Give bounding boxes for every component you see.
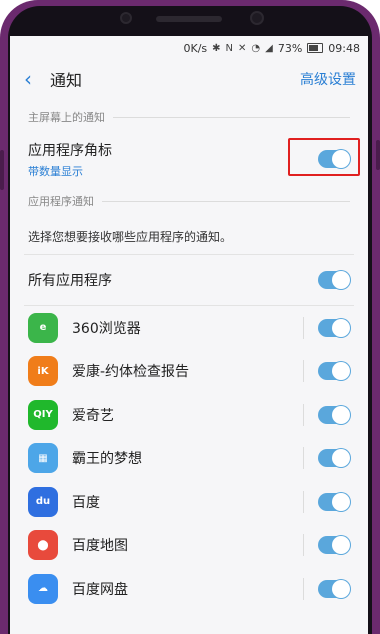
nfc-icon: N xyxy=(225,42,234,54)
chevron-left-icon[interactable]: ‹ xyxy=(24,67,50,91)
iqiyi-icon: QIY xyxy=(28,399,58,430)
badge-setting-sublabel[interactable]: 带数量显示 xyxy=(28,163,318,179)
360-browser-icon: e xyxy=(28,312,58,343)
separator xyxy=(303,534,304,557)
separator xyxy=(303,403,304,426)
app-row[interactable]: QIY 爱奇艺 xyxy=(10,393,368,437)
all-apps-row[interactable]: 所有应用程序 xyxy=(10,255,368,305)
section-label: 应用程序通知 xyxy=(28,195,94,208)
toggle-knob xyxy=(332,492,350,511)
separator xyxy=(303,316,304,339)
signal-icon: ◢ xyxy=(265,42,273,54)
network-speed: 0K/s xyxy=(183,41,208,55)
badge-setting-label: 应用程序角标 xyxy=(28,142,112,159)
all-apps-toggle[interactable] xyxy=(318,271,350,289)
advanced-settings-link[interactable]: 高级设置 xyxy=(300,69,356,89)
app-notification-toggle[interactable] xyxy=(318,405,350,424)
divider xyxy=(113,116,350,118)
app-name: 百度网盘 xyxy=(72,581,128,598)
app-name: 霸王的梦想 xyxy=(72,451,142,468)
power-button xyxy=(376,140,380,170)
separator xyxy=(303,577,304,600)
clock: 09:48 xyxy=(328,41,360,55)
front-camera-icon xyxy=(250,11,264,25)
toggle-knob xyxy=(332,271,350,289)
battery-icon xyxy=(307,43,324,53)
app-notification-toggle[interactable] xyxy=(318,318,350,337)
divider xyxy=(102,200,350,202)
app-row[interactable]: du 百度 xyxy=(10,480,368,524)
volume-button xyxy=(0,150,4,190)
section-header-apps: 应用程序通知 xyxy=(10,188,368,214)
app-notification-toggle[interactable] xyxy=(318,362,350,381)
baidu-icon: du xyxy=(28,486,58,517)
page-title: 通知 xyxy=(50,71,83,90)
baidu-map-icon: ⬤ xyxy=(28,530,58,561)
section-label: 主屏幕上的通知 xyxy=(28,111,105,124)
toggle-knob xyxy=(332,362,350,381)
toggle-knob xyxy=(332,405,350,424)
bluetooth-icon: ✱ xyxy=(212,42,221,54)
app-notification-toggle[interactable] xyxy=(318,449,350,468)
toggle-knob xyxy=(332,318,350,337)
game-icon: ▦ xyxy=(28,443,58,474)
toggle-knob xyxy=(332,449,350,468)
app-name: 百度地图 xyxy=(72,538,128,555)
app-notification-toggle[interactable] xyxy=(318,579,350,598)
settings-screen: 0K/s ✱ N ✕ ◔ ◢ 73% 09:48 ‹ 通知 高级设置 主屏幕上的… xyxy=(10,36,368,634)
app-header: ‹ 通知 高级设置 xyxy=(10,60,368,98)
app-row[interactable]: iK 爱康-约体检查报告 xyxy=(10,350,368,394)
app-row[interactable]: ⬤ 百度地图 xyxy=(10,524,368,568)
toggle-knob xyxy=(332,579,350,598)
badge-setting-text: 应用程序角标 带数量显示 xyxy=(28,140,318,179)
app-row[interactable]: ☁ 百度网盘 xyxy=(10,567,368,611)
app-name: 爱康-约体检查报告 xyxy=(72,364,190,381)
badge-setting-row[interactable]: 应用程序角标 带数量显示 xyxy=(10,130,368,188)
baidu-netdisk-icon: ☁ xyxy=(28,573,58,604)
sensor-icon xyxy=(120,12,132,24)
separator xyxy=(303,360,304,383)
app-notification-toggle[interactable] xyxy=(318,492,350,511)
wifi-icon: ◔ xyxy=(251,42,261,54)
toggle-knob xyxy=(332,536,350,555)
app-name: 百度 xyxy=(72,494,100,511)
ikang-icon: iK xyxy=(28,356,58,387)
separator xyxy=(303,490,304,513)
highlight-box xyxy=(288,138,360,176)
separator xyxy=(303,447,304,470)
app-notification-toggle[interactable] xyxy=(318,536,350,555)
phone-device: 0K/s ✱ N ✕ ◔ ◢ 73% 09:48 ‹ 通知 高级设置 主屏幕上的… xyxy=(0,0,380,634)
all-apps-label: 所有应用程序 xyxy=(28,273,112,289)
section-header-home: 主屏幕上的通知 xyxy=(10,104,368,130)
app-name: 爱奇艺 xyxy=(72,407,114,424)
speaker-grille xyxy=(156,16,222,22)
mute-icon: ✕ xyxy=(238,42,247,54)
app-list: e 360浏览器 iK 爱康-约体检查报告 QIY 爱奇艺 ▦ 霸王的梦想 du 百度 ⬤ 百度地图 ☁… xyxy=(10,306,368,611)
battery-percent: 73% xyxy=(277,41,303,55)
app-row[interactable]: ▦ 霸王的梦想 xyxy=(10,437,368,481)
app-row[interactable]: e 360浏览器 xyxy=(10,306,368,350)
description-text: 选择您想要接收哪些应用程序的通知。 xyxy=(28,229,233,244)
status-bar: 0K/s ✱ N ✕ ◔ ◢ 73% 09:48 xyxy=(10,36,368,60)
app-name: 360浏览器 xyxy=(72,320,141,337)
